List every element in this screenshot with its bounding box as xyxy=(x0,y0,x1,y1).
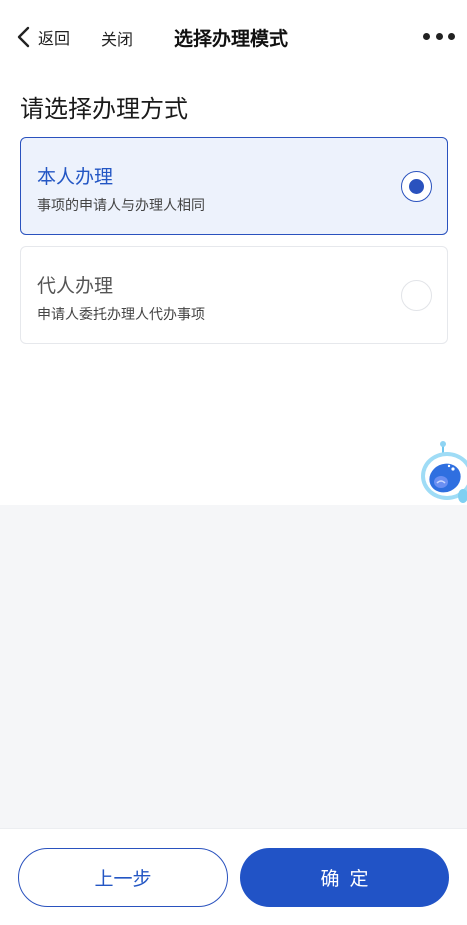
close-button[interactable]: 关闭 xyxy=(101,26,133,50)
empty-content-area xyxy=(0,505,467,828)
back-label: 返回 xyxy=(38,29,71,48)
chevron-left-icon xyxy=(17,26,30,48)
bottom-action-bar: 上一步 确定 xyxy=(0,828,467,925)
option-description: 事项的申请人与办理人相同 xyxy=(37,198,205,214)
option-description: 申请人委托办理人代办事项 xyxy=(37,307,205,323)
back-button[interactable]: 返回 xyxy=(14,24,70,50)
page: 返回 关闭 选择办理模式 请选择办理方式 本人办理 事项的申请人与办理人相同 代… xyxy=(0,0,467,925)
assistant-mascot-icon[interactable] xyxy=(419,440,467,515)
more-dot-icon xyxy=(448,32,455,40)
radio-unselected-icon[interactable] xyxy=(401,280,432,311)
section-title: 请选择办理方式 xyxy=(20,95,188,123)
more-dot-icon xyxy=(435,32,443,40)
option-card-self[interactable]: 本人办理 事项的申请人与办理人相同 xyxy=(20,137,448,235)
option-title: 本人办理 xyxy=(37,166,114,188)
radio-selected-icon[interactable] xyxy=(401,171,432,202)
top-nav-bar: 返回 关闭 选择办理模式 xyxy=(0,0,467,72)
option-card-proxy[interactable]: 代人办理 申请人委托办理人代办事项 xyxy=(20,246,448,344)
more-menu-button[interactable] xyxy=(423,27,455,45)
page-title: 选择办理模式 xyxy=(174,28,289,50)
confirm-button[interactable]: 确定 xyxy=(240,848,449,907)
option-title: 代人办理 xyxy=(37,275,114,297)
more-dot-icon xyxy=(423,32,430,40)
previous-step-button[interactable]: 上一步 xyxy=(18,848,228,907)
